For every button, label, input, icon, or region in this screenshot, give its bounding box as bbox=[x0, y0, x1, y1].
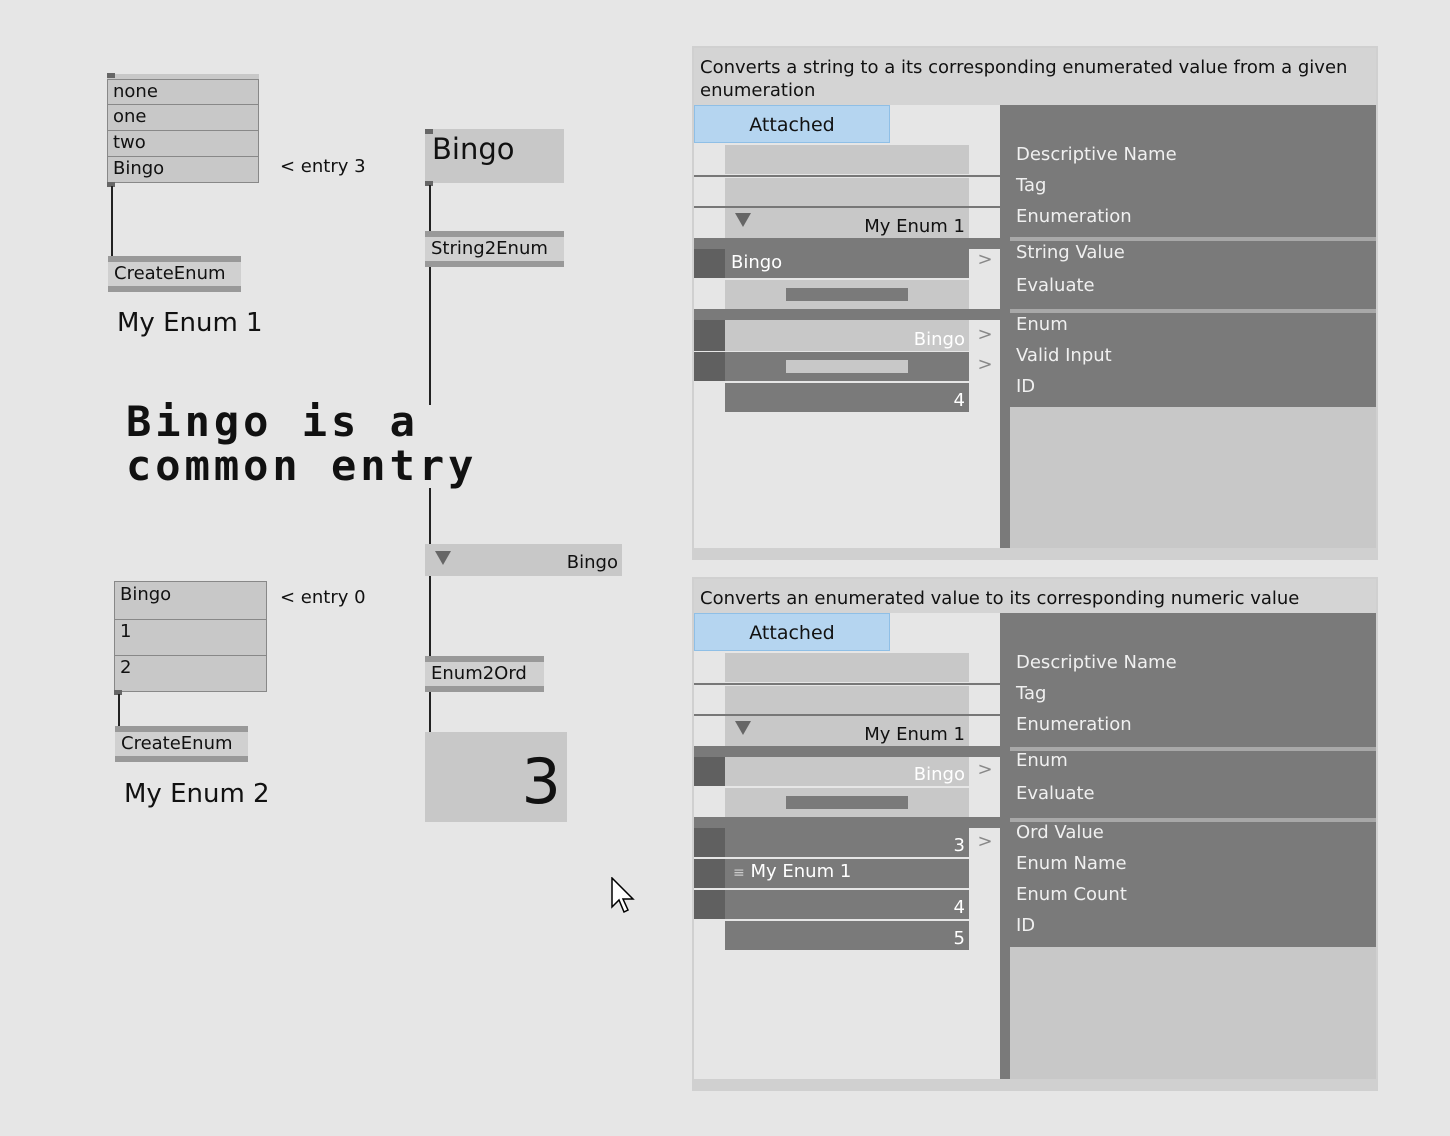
ord-text: 3 bbox=[953, 835, 965, 856]
enum-output-iobox[interactable]: Bingo bbox=[425, 544, 622, 576]
enumeration-text: My Enum 1 bbox=[864, 724, 965, 745]
enum-name-text: My Enum 1 bbox=[750, 861, 852, 882]
pin-name: Valid Input bbox=[1016, 345, 1112, 366]
attached-toggle[interactable]: Attached bbox=[694, 613, 890, 651]
link bbox=[429, 692, 431, 734]
link bbox=[429, 488, 431, 544]
enum1-entries-iobox[interactable]: none one two Bingo bbox=[107, 74, 259, 183]
dropdown-triangle-icon[interactable] bbox=[435, 551, 451, 565]
link bbox=[429, 185, 431, 231]
enum-name-value[interactable]: ≡ My Enum 1 bbox=[725, 859, 969, 888]
id-value[interactable]: 4 bbox=[725, 383, 969, 412]
tag-value[interactable] bbox=[725, 686, 969, 714]
inspector-enum2ord: Converts an enumerated value to its corr… bbox=[692, 577, 1378, 1091]
big-comment-line: common entry bbox=[126, 441, 478, 490]
attached-toggle[interactable]: Attached bbox=[694, 105, 890, 143]
mouse-cursor-icon bbox=[611, 876, 637, 921]
enum-text: Bingo bbox=[913, 329, 965, 350]
string2enum-node[interactable]: String2Enum bbox=[425, 231, 564, 267]
big-comment: Bingo is a common entry bbox=[126, 400, 477, 488]
entry[interactable]: one bbox=[107, 105, 259, 131]
id-text: 4 bbox=[953, 390, 965, 411]
pin-name: Enum bbox=[1016, 314, 1068, 335]
connect-arrow-icon[interactable]: > bbox=[970, 249, 1000, 270]
enum-input-value[interactable]: Bingo bbox=[725, 757, 969, 786]
ord-value[interactable]: 3 bbox=[725, 828, 969, 857]
link bbox=[429, 576, 431, 656]
enumeration-value[interactable]: My Enum 1 bbox=[725, 716, 969, 746]
evaluate-value[interactable] bbox=[725, 788, 969, 817]
connect-arrow-icon[interactable]: > bbox=[970, 831, 1000, 852]
valid-input-value[interactable] bbox=[725, 352, 969, 381]
node-description: Converts an enumerated value to its corr… bbox=[694, 579, 1376, 613]
entry[interactable]: none bbox=[107, 79, 259, 105]
pin-name: Tag bbox=[1016, 175, 1047, 196]
pin-name: Ord Value bbox=[1016, 822, 1104, 843]
enum1-comment: < entry 3 bbox=[280, 156, 366, 177]
enum2-entries-iobox[interactable]: Bingo 1 2 bbox=[114, 581, 267, 692]
enum2-comment: < entry 0 bbox=[280, 587, 366, 608]
enum2ord-node[interactable]: Enum2Ord bbox=[425, 656, 544, 692]
enum-output-value[interactable]: Bingo bbox=[725, 320, 969, 351]
pin-name: Evaluate bbox=[1016, 783, 1095, 804]
big-comment-line: Bingo is a bbox=[126, 397, 419, 446]
evaluate-value[interactable] bbox=[725, 280, 969, 309]
enum-count-value[interactable]: 4 bbox=[725, 890, 969, 919]
ord-output-value: 3 bbox=[521, 745, 561, 818]
ord-output-iobox[interactable]: 3 bbox=[425, 732, 567, 822]
entry[interactable]: Bingo bbox=[114, 581, 267, 620]
pin-name: Enum Name bbox=[1016, 853, 1127, 874]
createenum-node-1[interactable]: CreateEnum bbox=[108, 256, 241, 292]
link bbox=[111, 186, 113, 256]
pin[interactable] bbox=[107, 73, 115, 78]
enum2-label: My Enum 2 bbox=[124, 779, 270, 809]
entry[interactable]: two bbox=[107, 131, 259, 157]
enum1-label: My Enum 1 bbox=[117, 308, 263, 338]
node-description: Converts a string to a its corresponding… bbox=[694, 48, 1376, 105]
connect-arrow-icon[interactable]: > bbox=[970, 759, 1000, 780]
string-value-text: Bingo bbox=[731, 252, 783, 273]
descriptive-name-value[interactable] bbox=[725, 653, 969, 682]
tag-value[interactable] bbox=[725, 178, 969, 206]
pin[interactable] bbox=[425, 129, 433, 134]
createenum-node-2[interactable]: CreateEnum bbox=[115, 726, 248, 762]
enum-text: Bingo bbox=[913, 764, 965, 785]
pin-name: Tag bbox=[1016, 683, 1047, 704]
id-value[interactable]: 5 bbox=[725, 921, 969, 950]
enum-count-text: 4 bbox=[953, 897, 965, 918]
link bbox=[429, 267, 431, 405]
string-value-field[interactable]: Bingo bbox=[725, 249, 969, 278]
inspector-string2enum: Converts a string to a its corresponding… bbox=[692, 46, 1378, 560]
descriptive-name-value[interactable] bbox=[725, 145, 969, 174]
pin-name: Descriptive Name bbox=[1016, 144, 1177, 165]
pin-name: ID bbox=[1016, 915, 1036, 936]
entry[interactable]: Bingo bbox=[107, 157, 259, 183]
pin-name: Enumeration bbox=[1016, 206, 1132, 227]
pin-name: Enum bbox=[1016, 750, 1068, 771]
link bbox=[118, 694, 120, 726]
pin-name: ID bbox=[1016, 376, 1036, 397]
entry[interactable]: 2 bbox=[114, 656, 267, 692]
pin-name: Enumeration bbox=[1016, 714, 1132, 735]
enumeration-value[interactable]: My Enum 1 bbox=[725, 208, 969, 238]
id-text: 5 bbox=[953, 928, 965, 949]
list-icon: ≡ bbox=[733, 865, 745, 881]
connect-arrow-icon[interactable]: > bbox=[970, 324, 1000, 345]
entry[interactable]: 1 bbox=[114, 620, 267, 656]
dropdown-triangle-icon[interactable] bbox=[735, 213, 751, 227]
pin-name: Descriptive Name bbox=[1016, 652, 1177, 673]
pin-name: String Value bbox=[1016, 242, 1125, 263]
enumeration-text: My Enum 1 bbox=[864, 216, 965, 237]
string-input-iobox[interactable]: Bingo bbox=[425, 129, 564, 183]
dropdown-triangle-icon[interactable] bbox=[735, 721, 751, 735]
pin-name: Enum Count bbox=[1016, 884, 1127, 905]
pin-name: Evaluate bbox=[1016, 275, 1095, 296]
connect-arrow-icon[interactable]: > bbox=[970, 354, 1000, 375]
enum-output-value: Bingo bbox=[566, 552, 618, 573]
